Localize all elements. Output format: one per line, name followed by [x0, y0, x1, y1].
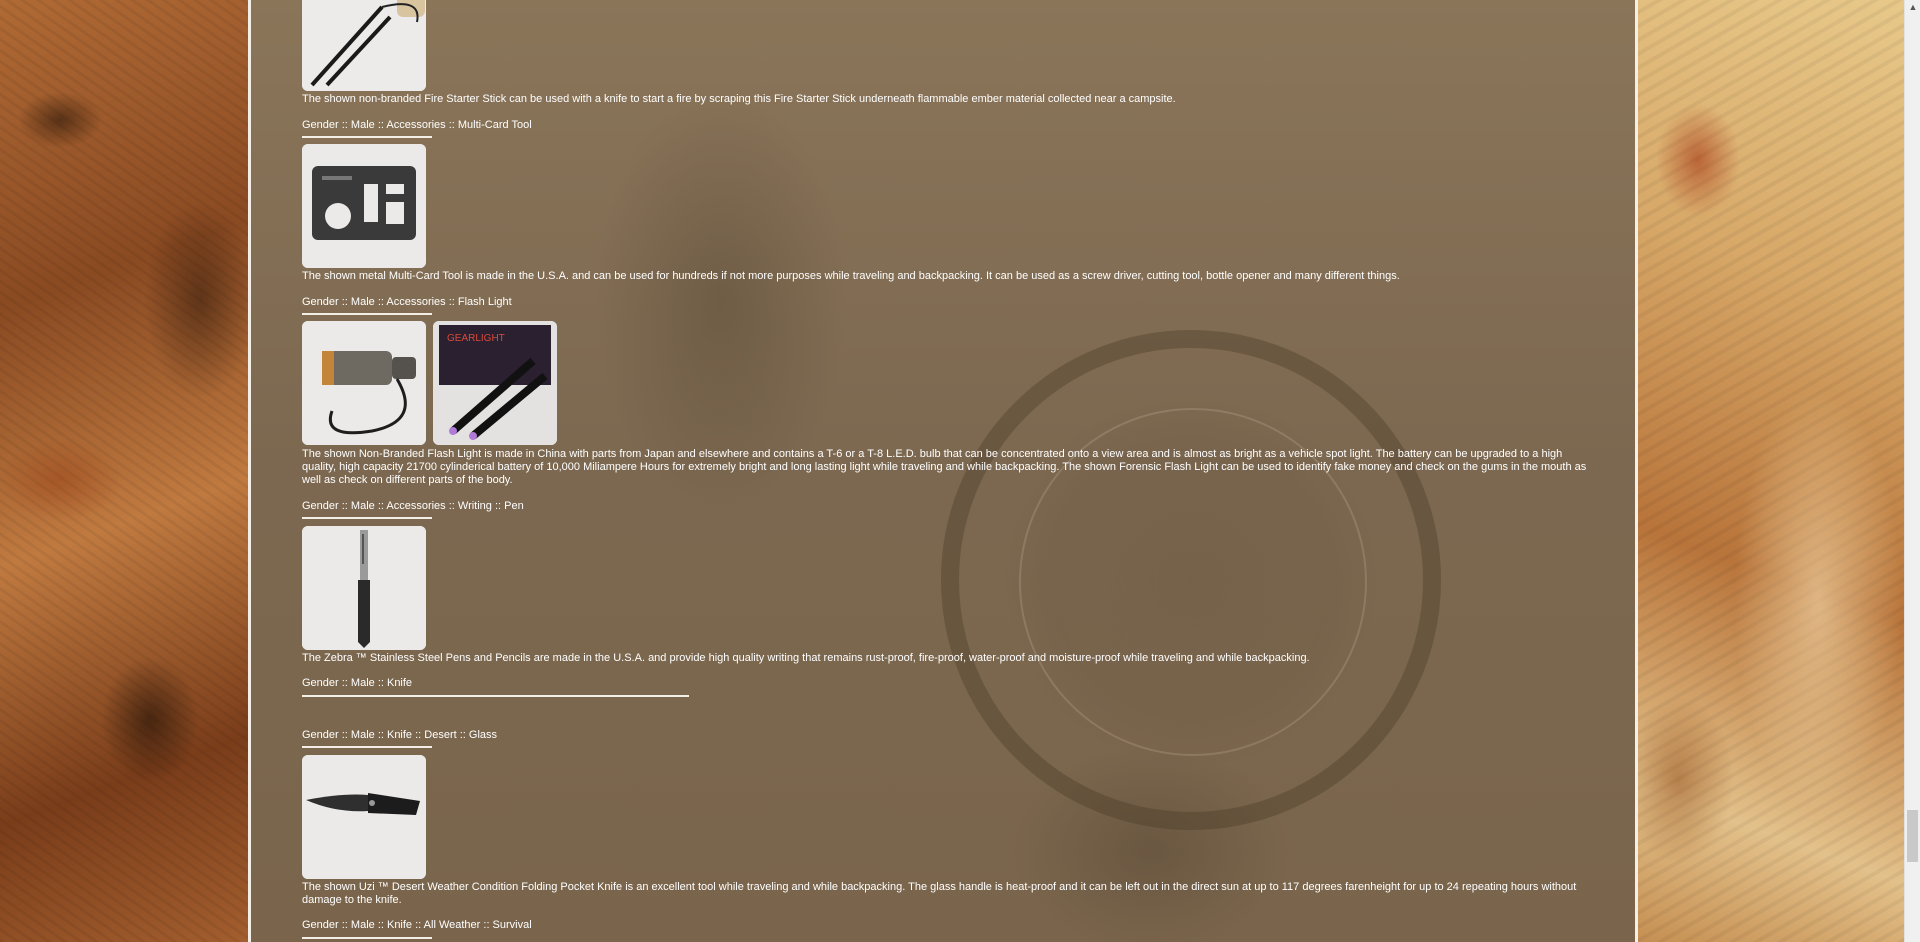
product-description: The shown Non-Branded Flash Light is mad… — [302, 448, 1587, 486]
category-heading[interactable]: Gender :: Male :: Accessories :: Multi-C… — [302, 119, 532, 132]
product-description: The Zebra ™ Stainless Steel Pens and Pen… — [302, 652, 1310, 664]
content-panel: The shown non-branded Fire Starter Stick… — [248, 0, 1638, 942]
product-description: The shown non-branded Fire Starter Stick… — [302, 93, 1176, 105]
forensic-flash-light-image[interactable]: GEARLIGHT — [433, 321, 557, 445]
category-underline — [302, 313, 432, 315]
vertical-scrollbar[interactable]: ▲ — [1904, 0, 1920, 942]
svg-text:GEARLIGHT: GEARLIGHT — [447, 333, 505, 344]
flash-light-image[interactable] — [302, 321, 426, 445]
category-underline — [302, 746, 432, 748]
product-description: The shown Uzi ™ Desert Weather Condition… — [302, 881, 1577, 906]
zebra-pen-image[interactable] — [302, 526, 426, 650]
multi-card-tool-image[interactable] — [302, 144, 426, 268]
category-underline — [302, 136, 432, 138]
category-heading[interactable]: Gender :: Male :: Knife :: All Weather :… — [302, 919, 532, 932]
scroll-thumb[interactable] — [1907, 810, 1918, 862]
category-heading[interactable]: Gender :: Male :: Accessories :: Writing… — [302, 500, 524, 513]
map-background-left — [0, 0, 248, 942]
compass-background-image — [941, 330, 1441, 830]
category-heading[interactable]: Gender :: Male :: Knife :: Desert :: Gla… — [302, 729, 497, 742]
fire-starter-stick-image[interactable] — [302, 0, 426, 91]
category-heading[interactable]: Gender :: Male :: Accessories :: Flash L… — [302, 296, 512, 309]
category-heading[interactable]: Gender :: Male :: Knife — [302, 677, 412, 690]
category-underline — [302, 517, 432, 519]
category-underline — [302, 695, 689, 697]
scroll-up-icon[interactable]: ▲ — [1905, 0, 1920, 14]
category-underline — [302, 937, 432, 939]
product-description: The shown metal Multi-Card Tool is made … — [302, 270, 1400, 282]
uzi-pocket-knife-image[interactable] — [302, 755, 426, 879]
parchment-background-right — [1638, 0, 1904, 942]
